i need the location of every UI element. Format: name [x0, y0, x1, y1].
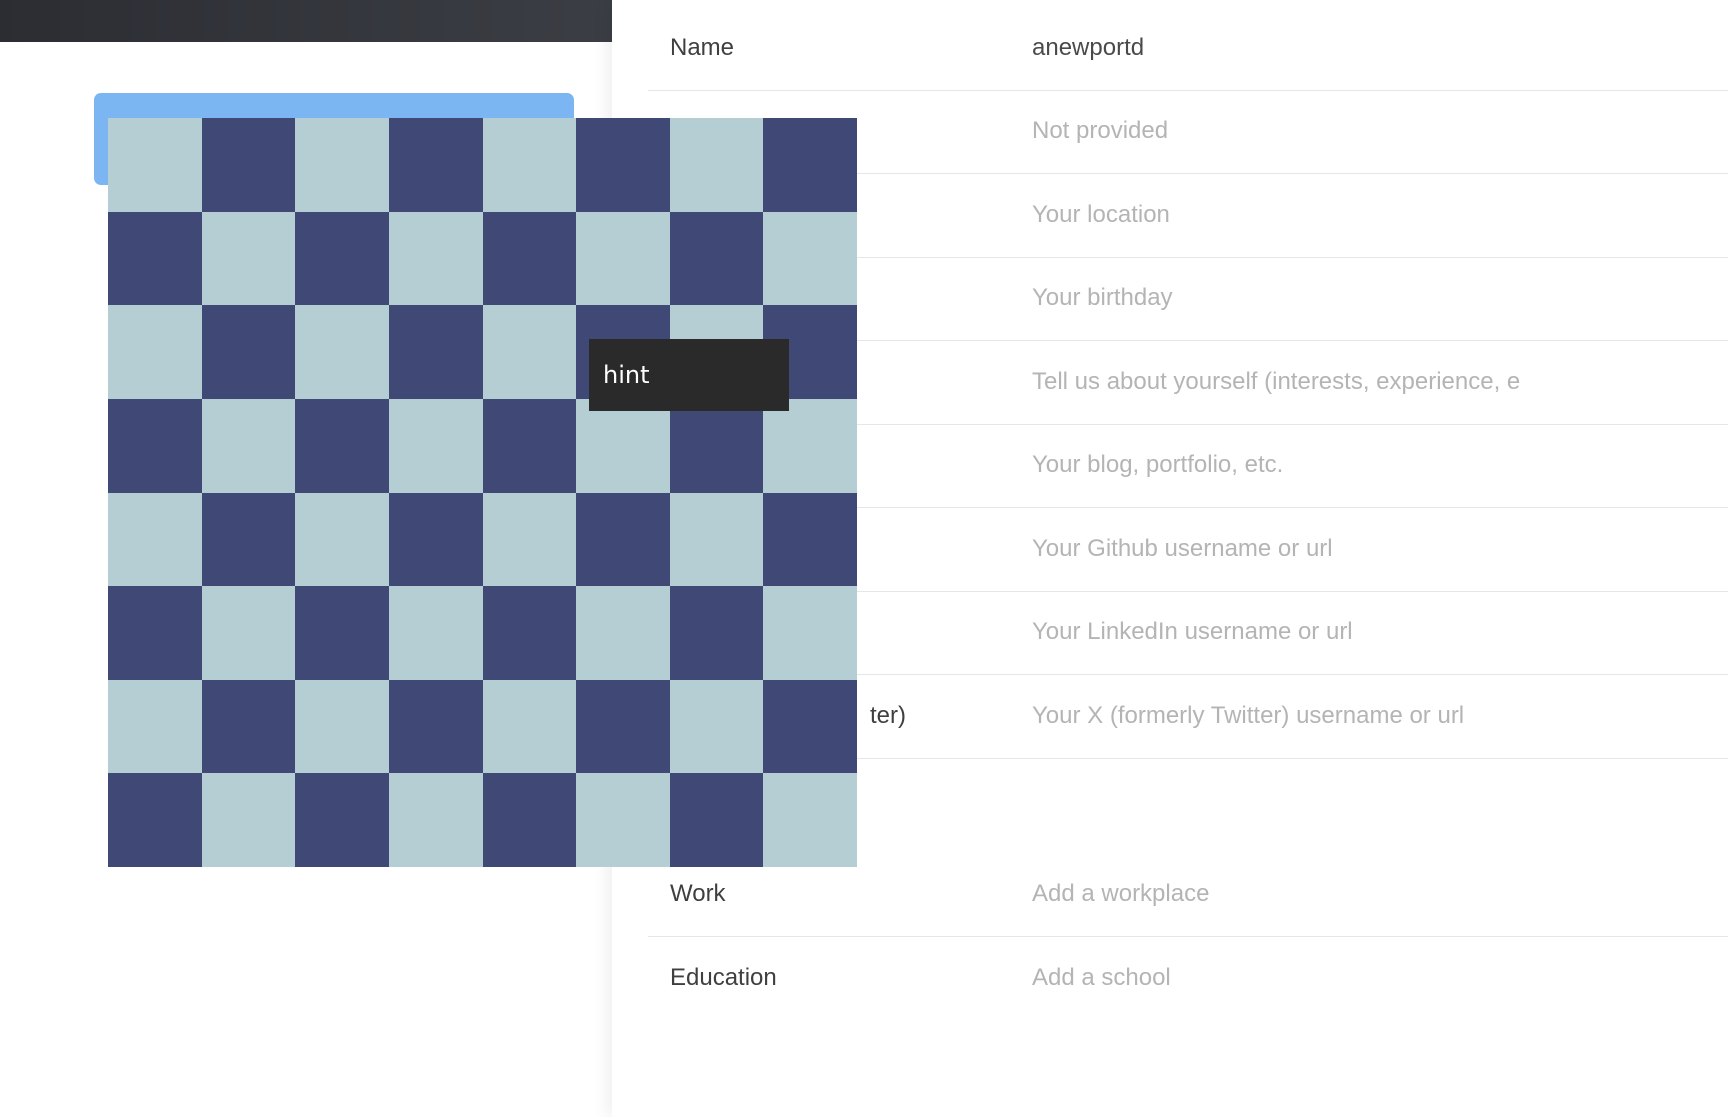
top-bar — [0, 0, 612, 42]
board-square[interactable] — [201, 211, 296, 306]
board-square[interactable] — [388, 305, 483, 399]
board-square[interactable] — [576, 773, 670, 867]
board-square[interactable] — [295, 773, 389, 867]
board-square[interactable] — [669, 492, 764, 587]
board-square[interactable] — [108, 398, 202, 493]
board-square[interactable] — [482, 305, 577, 399]
board-square[interactable] — [108, 773, 202, 867]
board-square[interactable] — [201, 398, 296, 493]
board-square[interactable] — [576, 586, 670, 680]
board-square[interactable] — [763, 118, 857, 212]
board-square[interactable] — [201, 773, 296, 867]
row-value[interactable]: Add a school — [1032, 936, 1171, 1020]
hint-button[interactable]: hint — [589, 339, 789, 411]
row-value[interactable]: Add a workplace — [1032, 852, 1209, 936]
board-square[interactable] — [482, 679, 577, 774]
board-square[interactable] — [201, 118, 296, 212]
board-square[interactable] — [108, 118, 202, 212]
board-square[interactable] — [482, 773, 577, 867]
board-square[interactable] — [388, 679, 483, 774]
board-square[interactable] — [295, 492, 389, 587]
hint-label: hint — [603, 361, 650, 389]
board-square[interactable] — [576, 492, 670, 587]
board-square[interactable] — [388, 492, 483, 587]
chessboard[interactable] — [108, 118, 857, 867]
board-square[interactable] — [669, 773, 764, 867]
row-value[interactable]: Your location — [1032, 173, 1170, 257]
row-label: ter) — [870, 702, 906, 729]
row-value[interactable]: Your LinkedIn username or url — [1032, 590, 1353, 674]
board-square[interactable] — [295, 398, 389, 493]
board-square[interactable] — [669, 398, 764, 493]
board-square[interactable] — [201, 586, 296, 680]
board-square[interactable] — [108, 492, 202, 587]
row-value[interactable]: anewportd — [1032, 6, 1144, 90]
board-square[interactable] — [201, 492, 296, 587]
board-square[interactable] — [201, 679, 296, 774]
board-square[interactable] — [108, 679, 202, 774]
row-value[interactable]: Tell us about yourself (interests, exper… — [1032, 340, 1520, 424]
board-square[interactable] — [388, 398, 483, 493]
board-square[interactable] — [763, 773, 857, 867]
board-square[interactable] — [388, 118, 483, 212]
board-square[interactable] — [482, 586, 577, 680]
profile-row-name[interactable]: Name anewportd — [648, 6, 1728, 91]
board-square[interactable] — [295, 586, 389, 680]
board-square[interactable] — [295, 679, 389, 774]
row-label: Name — [670, 34, 735, 61]
board-square[interactable] — [576, 398, 670, 493]
board-square[interactable] — [482, 398, 577, 493]
board-square[interactable] — [576, 679, 670, 774]
board-square[interactable] — [763, 211, 857, 306]
board-square[interactable] — [669, 211, 764, 306]
board-square[interactable] — [576, 118, 670, 212]
board-square[interactable] — [108, 586, 202, 680]
board-square[interactable] — [482, 211, 577, 306]
board-square[interactable] — [576, 211, 670, 306]
row-value[interactable]: Your birthday — [1032, 256, 1173, 340]
board-square[interactable] — [388, 773, 483, 867]
board-square[interactable] — [295, 305, 389, 399]
board-square[interactable] — [669, 586, 764, 680]
board-square[interactable] — [201, 305, 296, 399]
board-square[interactable] — [482, 118, 577, 212]
board-square[interactable] — [295, 118, 389, 212]
board-square[interactable] — [388, 586, 483, 680]
board-square[interactable] — [763, 492, 857, 587]
row-value[interactable]: Your blog, portfolio, etc. — [1032, 423, 1283, 507]
profile-row-education[interactable]: Education Add a school — [648, 936, 1728, 1020]
board-square[interactable] — [295, 211, 389, 306]
row-label: Education — [670, 964, 777, 991]
row-value[interactable]: Not provided — [1032, 89, 1168, 173]
row-value[interactable]: Your Github username or url — [1032, 507, 1333, 591]
board-square[interactable] — [763, 398, 857, 493]
board-square[interactable] — [388, 211, 483, 306]
board-square[interactable] — [108, 211, 202, 306]
row-value[interactable]: Your X (formerly Twitter) username or ur… — [1032, 674, 1464, 758]
board-square[interactable] — [763, 586, 857, 680]
board-square[interactable] — [669, 118, 764, 212]
board-square[interactable] — [763, 679, 857, 774]
board-square[interactable] — [482, 492, 577, 587]
board-square[interactable] — [108, 305, 202, 399]
board-square[interactable] — [669, 679, 764, 774]
